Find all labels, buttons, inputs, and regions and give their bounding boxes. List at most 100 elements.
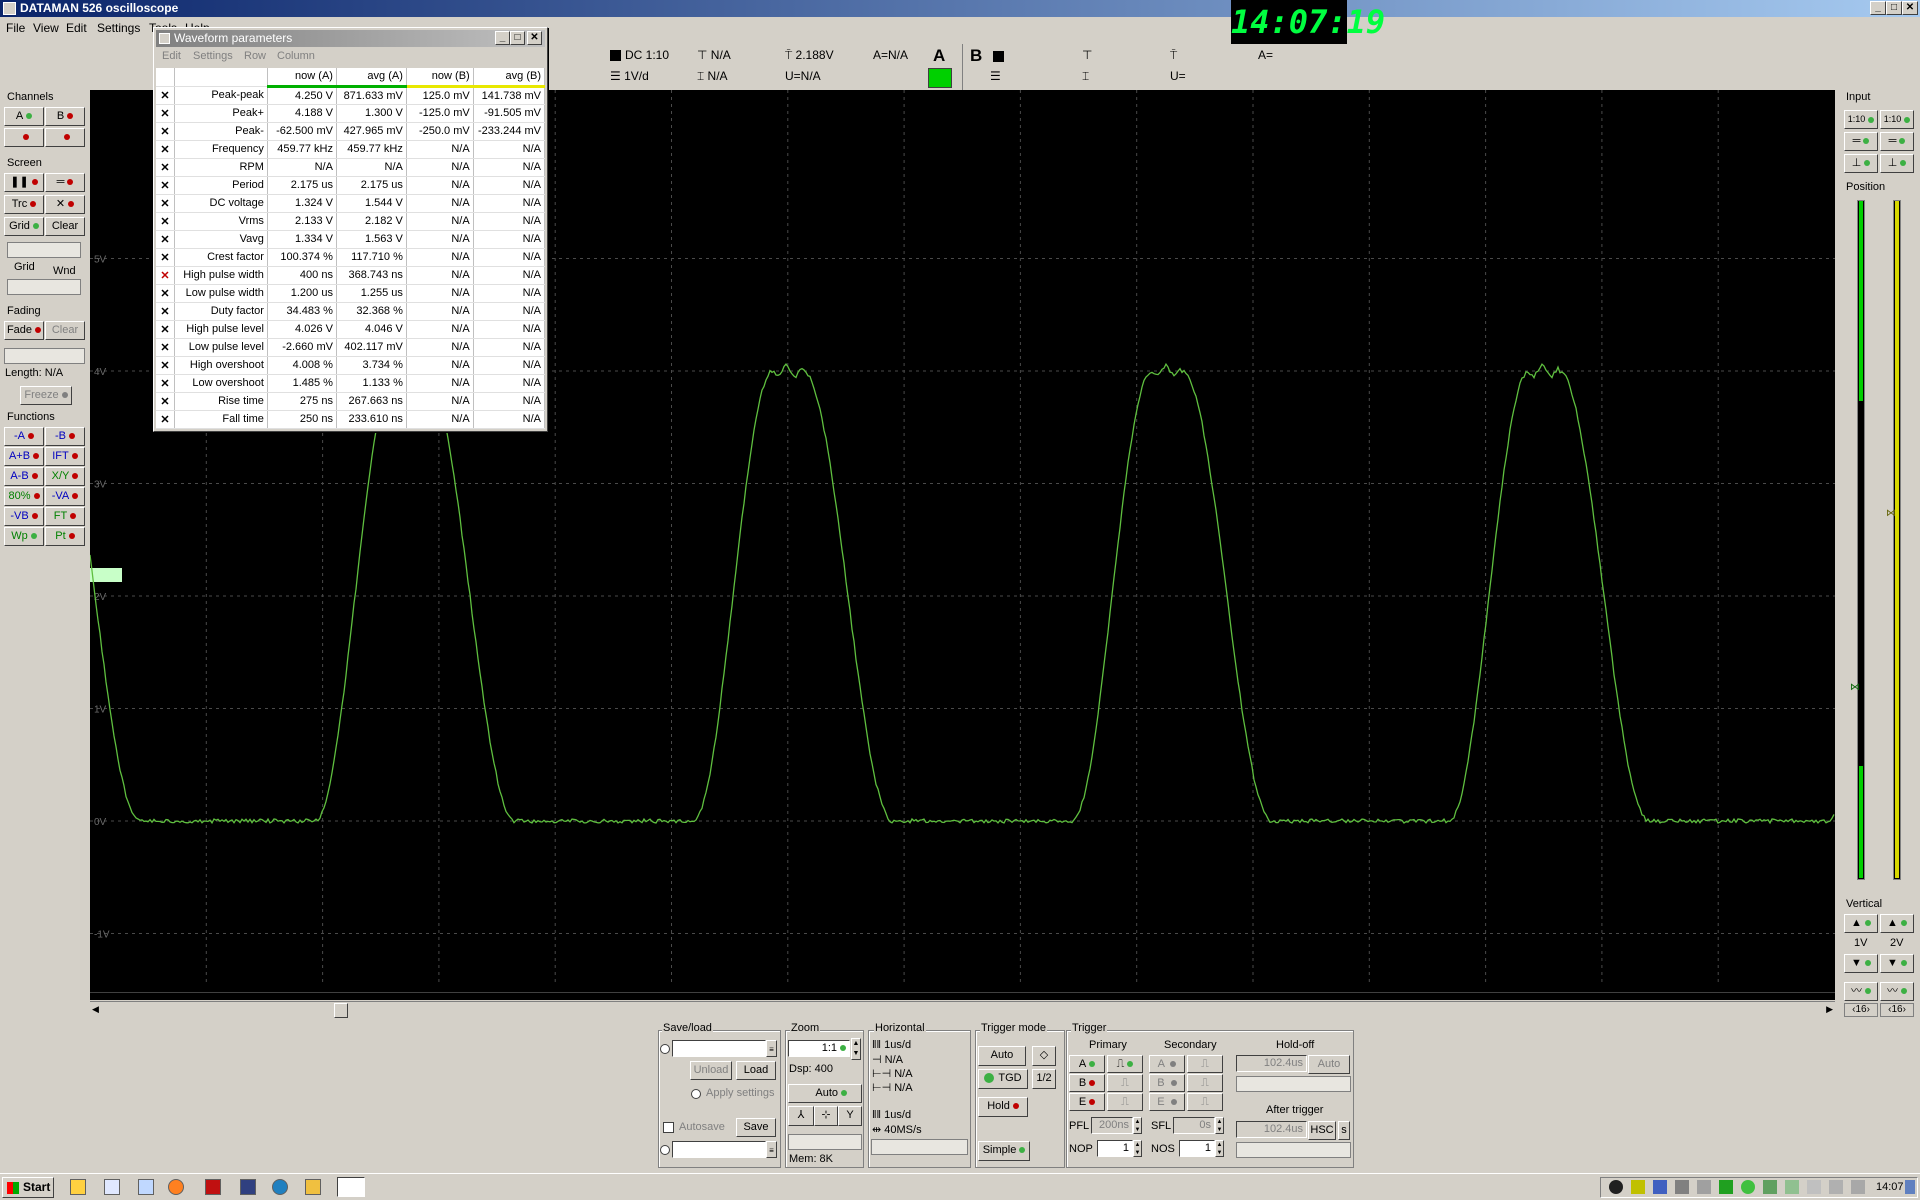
- input-b-ground[interactable]: ⊥: [1880, 154, 1914, 173]
- params-row[interactable]: ✕ Peak- -62.500 mV 427.965 mV -250.0 mV -233.…: [156, 122, 546, 141]
- tray-icon-9[interactable]: [1829, 1180, 1843, 1194]
- row-remove-icon[interactable]: ✕: [156, 86, 175, 105]
- fn-neg-va-button[interactable]: -VA: [45, 487, 85, 506]
- header-now-a[interactable]: now (A): [267, 68, 337, 88]
- row-remove-icon[interactable]: ✕: [156, 266, 175, 285]
- save-slot-picker-2[interactable]: ≡: [766, 1141, 777, 1158]
- save-slot-field-1[interactable]: [672, 1040, 766, 1057]
- active-task-oscilloscope[interactable]: [337, 1177, 365, 1197]
- hsc-button[interactable]: HSC: [1308, 1121, 1336, 1140]
- row-remove-icon[interactable]: ✕: [156, 374, 175, 393]
- vertical-b-wave[interactable]: 〰: [1880, 982, 1914, 1001]
- params-row[interactable]: ✕ High overshoot 4.008 % 3.734 % N/A N/A: [156, 356, 546, 375]
- save-slot-radio-1[interactable]: [660, 1044, 670, 1054]
- waveform-parameters-window[interactable]: Waveform parameters _ □ ✕ Edit Settings …: [153, 27, 548, 432]
- tray-icon-10[interactable]: [1851, 1180, 1865, 1194]
- secondary-e-slope[interactable]: ⎍: [1187, 1093, 1223, 1111]
- params-row[interactable]: ✕ Period 2.175 us 2.175 us N/A N/A: [156, 176, 546, 195]
- params-row[interactable]: ✕ Low pulse width 1.200 us 1.255 us N/A N/A: [156, 284, 546, 303]
- pause-button[interactable]: ❚❚: [4, 173, 44, 192]
- channel-a-color[interactable]: [928, 68, 952, 88]
- secondary-a-button[interactable]: A: [1149, 1055, 1185, 1073]
- header-avg-a[interactable]: avg (A): [336, 68, 407, 88]
- row-remove-icon[interactable]: ✕: [156, 212, 175, 231]
- scope-horizontal-scrollbar[interactable]: ◀ ▶: [90, 1001, 1835, 1019]
- folder-icon[interactable]: [305, 1179, 321, 1195]
- nos-spinner[interactable]: ▲ ▼: [1215, 1140, 1224, 1157]
- fade-clear-button[interactable]: Clear: [45, 321, 85, 340]
- input-b-coupling[interactable]: ═: [1880, 132, 1914, 151]
- params-maximize-button[interactable]: □: [510, 31, 525, 45]
- menu-edit[interactable]: Edit: [66, 21, 87, 35]
- params-row[interactable]: ✕ Frequency 459.77 kHz 459.77 kHz N/A N/A: [156, 140, 546, 159]
- quicklaunch-icon-3[interactable]: [138, 1179, 154, 1195]
- x-button[interactable]: ✕: [45, 195, 85, 214]
- zoom-value[interactable]: 1:1: [788, 1040, 850, 1057]
- params-close-button[interactable]: ✕: [527, 31, 542, 45]
- wnd-scrollbar[interactable]: [7, 279, 81, 295]
- a-coupling[interactable]: DC 1:10: [610, 48, 669, 62]
- params-menu-column[interactable]: Column: [277, 50, 315, 62]
- horizontal-scrollbar[interactable]: [871, 1139, 968, 1155]
- row-remove-icon[interactable]: ✕: [156, 392, 175, 411]
- params-row[interactable]: ✕ Vavg 1.334 V 1.563 V N/A N/A: [156, 230, 546, 249]
- trigger-simple-button[interactable]: Simple: [978, 1141, 1030, 1161]
- channel-a-button[interactable]: A: [4, 107, 44, 126]
- params-row[interactable]: ✕ Vrms 2.133 V 2.182 V N/A N/A: [156, 212, 546, 231]
- fn-80-button[interactable]: 80%: [4, 487, 44, 506]
- primary-b-button[interactable]: B: [1069, 1074, 1105, 1092]
- pfl-spinner[interactable]: ▲ ▼: [1133, 1117, 1142, 1134]
- start-button[interactable]: Start: [2, 1177, 54, 1198]
- tray-icon-8[interactable]: [1785, 1180, 1799, 1194]
- equal-button[interactable]: ═: [45, 173, 85, 192]
- trigger-auto-button[interactable]: Auto: [978, 1046, 1026, 1066]
- header-now-b[interactable]: now (B): [406, 68, 474, 88]
- params-row[interactable]: ✕ DC voltage 1.324 V 1.544 V N/A N/A: [156, 194, 546, 213]
- row-remove-icon[interactable]: ✕: [156, 302, 175, 321]
- vertical-a-wave[interactable]: 〰: [1844, 982, 1878, 1001]
- row-remove-icon[interactable]: ✕: [156, 248, 175, 267]
- close-button[interactable]: ✕: [1902, 1, 1918, 15]
- trc-button[interactable]: Trc: [4, 195, 44, 214]
- trigger-hold-button[interactable]: Hold: [978, 1097, 1028, 1117]
- fn-neg-vb-button[interactable]: -VB: [4, 507, 44, 526]
- apply-settings-label[interactable]: Apply settings: [706, 1087, 774, 1099]
- fn-pt-button[interactable]: Pt: [45, 527, 85, 546]
- trigger-edge-button[interactable]: ◇: [1032, 1046, 1056, 1066]
- channel-d-button[interactable]: [45, 128, 85, 147]
- tray-icon-11[interactable]: [1905, 1180, 1915, 1194]
- speaker-icon[interactable]: [1697, 1180, 1711, 1194]
- channel-c-button[interactable]: [4, 128, 44, 147]
- grid-scrollbar[interactable]: [7, 242, 81, 258]
- menu-file[interactable]: File: [6, 21, 25, 35]
- primary-a-slope[interactable]: ⎍: [1107, 1055, 1143, 1073]
- row-remove-icon[interactable]: ✕: [156, 122, 175, 141]
- primary-a-button[interactable]: A: [1069, 1055, 1105, 1073]
- save-slot-picker-1[interactable]: ≡: [766, 1040, 777, 1057]
- header-avg-b[interactable]: avg (B): [473, 68, 546, 88]
- position-b-handle[interactable]: ⋈: [1886, 508, 1896, 519]
- scroll-left-icon[interactable]: ◀: [92, 1004, 99, 1015]
- params-row[interactable]: ✕ Peak+ 4.188 V 1.300 V -125.0 mV -91.505 mV: [156, 104, 546, 123]
- autosave-checkbox[interactable]: [663, 1122, 674, 1133]
- row-remove-icon[interactable]: ✕: [156, 410, 175, 429]
- save-slot-radio-2[interactable]: [660, 1145, 670, 1155]
- channel-b-button[interactable]: B: [45, 107, 85, 126]
- fade-button[interactable]: Fade: [4, 321, 44, 340]
- fn-ft-button[interactable]: FT: [45, 507, 85, 526]
- clear-button[interactable]: Clear: [45, 217, 85, 236]
- fn-ift-button[interactable]: IFT: [45, 447, 85, 466]
- vertical-a-spin[interactable]: ‹16›: [1844, 1003, 1878, 1017]
- secondary-b-button[interactable]: B: [1149, 1074, 1185, 1092]
- scroll-right-icon[interactable]: ▶: [1826, 1004, 1833, 1015]
- params-row[interactable]: ✕ Duty factor 34.483 % 32.368 % N/A N/A: [156, 302, 546, 321]
- row-remove-icon[interactable]: ✕: [156, 176, 175, 195]
- primary-e-button[interactable]: E: [1069, 1093, 1105, 1111]
- after-trigger-field[interactable]: 102.4us: [1236, 1121, 1307, 1138]
- input-a-ground[interactable]: ⊥: [1844, 154, 1878, 173]
- params-row[interactable]: ✕ RPM N/A N/A N/A N/A: [156, 158, 546, 177]
- vertical-a-up[interactable]: ▲: [1844, 914, 1878, 933]
- pfl-field[interactable]: 200ns: [1091, 1117, 1133, 1134]
- nop-spinner[interactable]: ▲ ▼: [1133, 1140, 1142, 1157]
- tray-icon-6[interactable]: [1741, 1180, 1755, 1194]
